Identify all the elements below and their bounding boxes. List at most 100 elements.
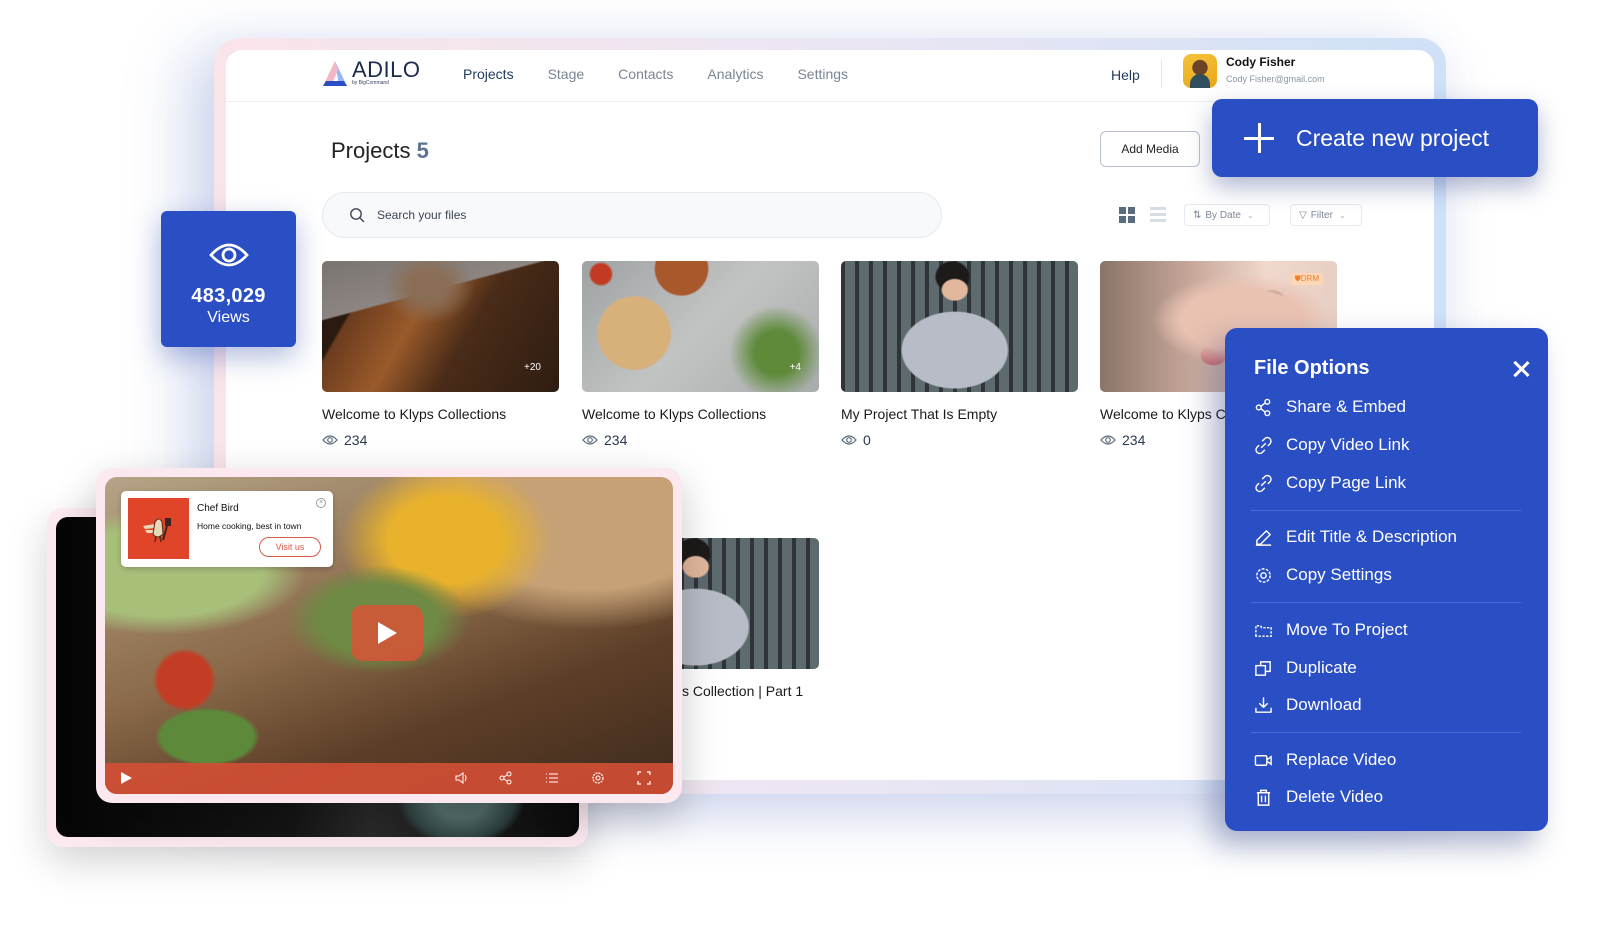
filter-icon: ▽ xyxy=(1299,209,1307,221)
sort-label: By Date xyxy=(1205,209,1241,221)
video-player: Chef Bird Home cooking, best in town × V… xyxy=(96,468,682,803)
eye-icon xyxy=(582,435,598,445)
help-link[interactable]: Help xyxy=(1111,67,1140,83)
nav-settings[interactable]: Settings xyxy=(797,66,848,82)
search-input[interactable] xyxy=(377,208,877,222)
create-new-project-button[interactable]: Create new project xyxy=(1212,99,1538,177)
project-card[interactable]: +20 Welcome to Klyps Collections 234 xyxy=(322,261,559,448)
total-views-value: 483,029 xyxy=(191,285,266,307)
project-thumbnail[interactable]: +20 xyxy=(322,261,559,392)
divider xyxy=(1161,60,1162,88)
project-card[interactable]: My Project That Is Empty 0 xyxy=(841,261,1078,448)
sort-icon: ⇅ xyxy=(1193,209,1202,221)
menu-item-duplicate[interactable]: Duplicate xyxy=(1254,656,1357,680)
play-icon[interactable] xyxy=(119,771,133,785)
gear-icon xyxy=(1256,567,1271,583)
play-button[interactable] xyxy=(351,605,423,661)
view-count: 0 xyxy=(863,432,871,448)
link-icon xyxy=(1255,474,1272,492)
adilo-logo[interactable]: ADILO by BigCommand xyxy=(322,58,421,88)
logo-wordmark: ADILO xyxy=(352,57,421,82)
project-count: 5 xyxy=(416,138,429,163)
file-options-menu: File Options Share & Embed Copy Video Li… xyxy=(1225,328,1548,831)
chevron-down-icon: ⌄ xyxy=(1246,210,1254,220)
ad-overlay-card: Chef Bird Home cooking, best in town × V… xyxy=(121,491,333,567)
share-icon[interactable] xyxy=(499,771,513,785)
menu-item-label: Edit Title & Description xyxy=(1286,527,1458,546)
player-control-bar xyxy=(105,763,673,794)
nav-contacts[interactable]: Contacts xyxy=(618,66,673,82)
menu-divider xyxy=(1251,510,1521,511)
view-count: 234 xyxy=(344,432,368,448)
video-frame[interactable]: Chef Bird Home cooking, best in town × V… xyxy=(105,477,673,794)
page-title-text: Projects xyxy=(331,138,411,163)
settings-icon[interactable] xyxy=(591,771,605,785)
project-thumbnail[interactable] xyxy=(841,261,1078,392)
project-thumbnail[interactable]: +4 xyxy=(582,261,819,392)
project-views: 234 xyxy=(582,432,819,448)
ad-subtitle: Home cooking, best in town xyxy=(197,521,302,531)
video-camera-icon xyxy=(1254,754,1272,766)
trash-icon xyxy=(1256,789,1271,806)
duplicate-icon xyxy=(1255,660,1271,676)
chevron-down-icon: ⌄ xyxy=(1338,210,1346,220)
eye-icon xyxy=(322,435,338,445)
total-views-card: 483,029 Views xyxy=(161,211,296,347)
project-card[interactable]: +4 Welcome to Klyps Collections 234 xyxy=(582,261,819,448)
sort-dropdown[interactable]: ⇅ By Date ⌄ xyxy=(1184,204,1270,226)
media-count-badge: +4 xyxy=(789,362,801,373)
user-avatar[interactable] xyxy=(1183,54,1217,88)
share-icon xyxy=(1255,398,1271,416)
view-count: 234 xyxy=(1122,432,1146,448)
nav-stage[interactable]: Stage xyxy=(548,66,585,82)
menu-item-share-embed[interactable]: Share & Embed xyxy=(1254,395,1406,419)
folder-move-icon xyxy=(1255,624,1272,637)
menu-item-copy-video-link[interactable]: Copy Video Link xyxy=(1254,433,1410,457)
volume-icon[interactable] xyxy=(455,771,469,785)
project-views: 0 xyxy=(841,432,1078,448)
menu-item-label: Download xyxy=(1286,695,1362,714)
menu-item-delete-video[interactable]: Delete Video xyxy=(1254,785,1383,809)
file-options-title: File Options xyxy=(1254,357,1370,379)
menu-item-copy-page-link[interactable]: Copy Page Link xyxy=(1254,471,1406,495)
close-icon[interactable]: × xyxy=(316,498,326,508)
menu-item-label: Copy Settings xyxy=(1286,565,1392,584)
bird-icon xyxy=(142,517,171,542)
menu-item-label: Share & Embed xyxy=(1286,397,1407,416)
eye-icon xyxy=(1100,435,1116,445)
visit-us-button[interactable]: Visit us xyxy=(259,537,321,557)
chapters-icon[interactable] xyxy=(545,771,559,785)
link-icon xyxy=(1255,436,1272,454)
create-new-project-label: Create new project xyxy=(1296,124,1490,151)
play-icon xyxy=(378,622,397,644)
eye-icon xyxy=(841,435,857,445)
ad-title: Chef Bird xyxy=(197,503,239,514)
menu-item-copy-settings[interactable]: Copy Settings xyxy=(1254,563,1392,587)
project-title[interactable]: Welcome to Klyps Collections xyxy=(582,406,819,422)
nav-projects[interactable]: Projects xyxy=(463,66,514,82)
drm-badge: ⛊DRM xyxy=(1291,273,1323,285)
search-bar[interactable] xyxy=(322,192,942,238)
add-media-button[interactable]: Add Media xyxy=(1100,131,1200,167)
menu-item-move-to-project[interactable]: Move To Project xyxy=(1254,618,1408,642)
grid-view-icon[interactable] xyxy=(1119,207,1135,223)
plus-icon xyxy=(1244,123,1274,153)
pencil-icon xyxy=(1255,529,1272,546)
menu-item-label: Delete Video xyxy=(1286,787,1384,806)
fullscreen-icon[interactable] xyxy=(637,771,651,785)
menu-item-label: Copy Page Link xyxy=(1286,473,1407,492)
search-icon xyxy=(350,208,365,223)
list-view-icon[interactable] xyxy=(1150,207,1166,223)
filter-dropdown[interactable]: ▽ Filter ⌄ xyxy=(1290,204,1362,226)
close-icon[interactable] xyxy=(1512,360,1530,378)
menu-item-replace-video[interactable]: Replace Video xyxy=(1254,748,1396,772)
project-title[interactable]: Welcome to Klyps Collections xyxy=(322,406,559,422)
user-email: Cody Fisher@gmail.com xyxy=(1226,74,1325,84)
menu-item-edit-title-description[interactable]: Edit Title & Description xyxy=(1254,525,1457,549)
menu-item-download[interactable]: Download xyxy=(1254,693,1362,717)
download-icon xyxy=(1255,696,1272,713)
total-views-label: Views xyxy=(207,309,250,326)
logo-mark-icon xyxy=(323,61,347,86)
project-title[interactable]: My Project That Is Empty xyxy=(841,406,1078,422)
nav-analytics[interactable]: Analytics xyxy=(707,66,763,82)
